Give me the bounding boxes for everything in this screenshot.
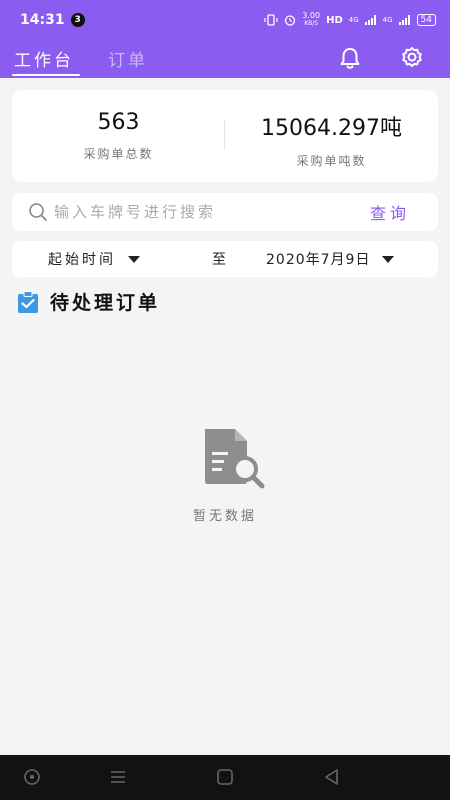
document-search-icon [204,429,264,489]
signal-bars-icon [364,15,376,25]
tab-orders[interactable]: 订单 [108,46,148,71]
system-nav-bar [0,755,450,800]
search-bar: 查询 [12,193,438,231]
search-icon [29,203,47,221]
network-speed-unit: KB/S [304,20,319,27]
signal-bars-icon [398,15,410,25]
clipboard-check-icon [18,290,38,313]
stats-card: 563 采购单总数 15064.297吨 采购单吨数 [12,90,438,182]
total-orders-value: 563 [97,110,140,135]
total-orders-label: 采购单总数 [83,147,154,161]
app-header: 工作台 订单 [0,40,450,78]
date-filter-bar: 起始时间 至 2020年7月9日 [12,241,438,277]
caret-down-icon [128,255,140,263]
section-title: 待处理订单 [50,292,161,314]
home-icon[interactable] [215,767,235,787]
assistant-icon[interactable] [22,767,42,787]
back-icon[interactable] [322,767,342,787]
empty-state-text: 暂无数据 [192,509,257,524]
active-tab-indicator [12,74,80,76]
status-bar: 14:31 3 3.00 KB/S HD 4G 4G 54 [0,0,450,40]
end-date-selector[interactable]: 2020年7月9日 [266,249,395,269]
pending-orders-heading: 待处理订单 [16,288,160,315]
query-button[interactable]: 查询 [370,200,410,224]
hd-label: HD [326,14,343,26]
stat-total-tonnage: 15064.297吨 采购单吨数 [225,90,438,182]
signal-1-label: 4G [348,16,359,24]
caret-down-icon [382,255,395,263]
total-tonnage-value: 15064.297吨 [261,116,402,141]
start-date-label: 起始时间 [48,252,116,268]
alarm-icon [285,15,296,26]
empty-state: 暂无数据 [175,425,275,524]
menu-icon[interactable] [108,767,128,787]
notification-count-badge: 3 [70,13,85,27]
network-speed: 3.00 KB/S [302,12,320,28]
network-speed-value: 3.00 [302,11,321,20]
plate-search-input[interactable] [54,203,370,221]
status-right: 3.00 KB/S HD 4G 4G 54 [264,12,436,28]
tab-workbench[interactable]: 工作台 [14,46,74,71]
start-date-selector[interactable]: 起始时间 [48,249,140,269]
total-tonnage-label: 采购单吨数 [296,154,367,168]
end-date-value: 2020年7月9日 [266,252,371,268]
battery-indicator: 54 [416,14,436,26]
gear-icon[interactable] [398,44,426,72]
vibrate-icon [264,14,278,26]
date-range-to-label: 至 [212,252,226,268]
signal-2-label: 4G [382,16,393,24]
status-time: 14:31 [20,12,65,28]
bell-icon[interactable] [336,44,364,72]
stat-total-orders: 563 采购单总数 [12,90,225,182]
status-left: 14:31 3 [20,12,85,28]
